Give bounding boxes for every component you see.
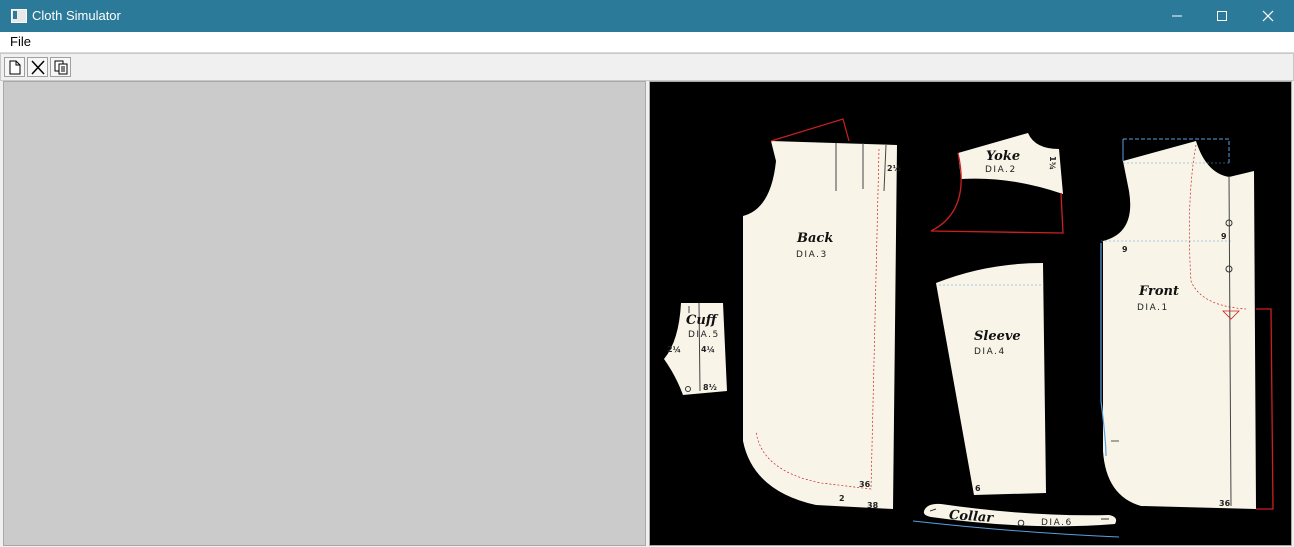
pattern-piece-cuff[interactable]: Cuff DIA.5 2¼ 4¼ 8½: [664, 302, 727, 395]
piece-name-cuff: Cuff: [686, 313, 719, 328]
maximize-icon: [1217, 11, 1227, 21]
delete-icon: [31, 60, 45, 75]
pattern-canvas[interactable]: Back DIA.3 2½ 36 2 38 Yoke DIA.2 1¾ Fron…: [649, 81, 1292, 546]
yoke-label-1: 1¾: [1048, 156, 1057, 170]
piece-code-front: DIA.1: [1137, 303, 1169, 313]
piece-name-yoke: Yoke: [986, 149, 1020, 164]
pattern-piece-sleeve[interactable]: Sleeve DIA.4 6: [936, 263, 1046, 495]
toolbar: [0, 53, 1294, 81]
pattern-drawing: Back DIA.3 2½ 36 2 38 Yoke DIA.2 1¾ Fron…: [664, 118, 1274, 538]
piece-code-sleeve: DIA.4: [974, 347, 1006, 357]
maximize-button[interactable]: [1199, 0, 1245, 32]
cuff-label-1: 2¼: [667, 344, 681, 354]
front-label-2: 9: [1221, 232, 1227, 241]
cuff-label-3: 8½: [703, 382, 717, 392]
pattern-piece-collar[interactable]: Collar DIA.6: [912, 503, 1120, 538]
front-label-1: 9: [1122, 245, 1128, 254]
pattern-piece-yoke[interactable]: Yoke DIA.2 1¾: [930, 133, 1064, 234]
piece-code-cuff: DIA.5: [688, 330, 720, 340]
back-label-2: 36: [859, 480, 871, 489]
pattern-piece-back[interactable]: Back DIA.3 2½ 36 2 38: [743, 118, 901, 510]
window-title: Cloth Simulator: [32, 8, 121, 23]
piece-name-sleeve: Sleeve: [974, 329, 1021, 344]
back-label-4: 38: [867, 501, 879, 510]
sleeve-label-1: 6: [975, 484, 981, 493]
title-bar: Cloth Simulator: [0, 0, 1294, 32]
front-label-3: 36: [1219, 499, 1231, 508]
new-button[interactable]: [4, 57, 25, 77]
copy-icon: [54, 60, 68, 75]
back-label-3: 2: [839, 494, 845, 503]
close-icon: [1262, 10, 1274, 22]
simulation-viewport[interactable]: [3, 81, 646, 546]
piece-name-front: Front: [1138, 284, 1179, 299]
menu-bar: File: [0, 32, 1294, 53]
cuff-label-2: 4¼: [701, 344, 715, 354]
minimize-button[interactable]: [1154, 0, 1200, 32]
delete-button[interactable]: [27, 57, 48, 77]
app-icon: [11, 9, 27, 23]
copy-button[interactable]: [50, 57, 71, 77]
pattern-piece-front[interactable]: Front DIA.1 9 9 36: [1100, 138, 1274, 510]
piece-name-back: Back: [796, 231, 833, 246]
piece-name-collar: Collar: [949, 508, 995, 526]
minimize-icon: [1172, 15, 1182, 17]
piece-code-back: DIA.3: [796, 250, 828, 260]
new-document-icon: [9, 60, 21, 75]
piece-code-yoke: DIA.2: [985, 165, 1017, 175]
piece-code-collar: DIA.6: [1041, 518, 1073, 528]
close-button[interactable]: [1245, 0, 1291, 32]
back-label-1: 2½: [887, 163, 901, 173]
menu-file[interactable]: File: [10, 34, 31, 49]
